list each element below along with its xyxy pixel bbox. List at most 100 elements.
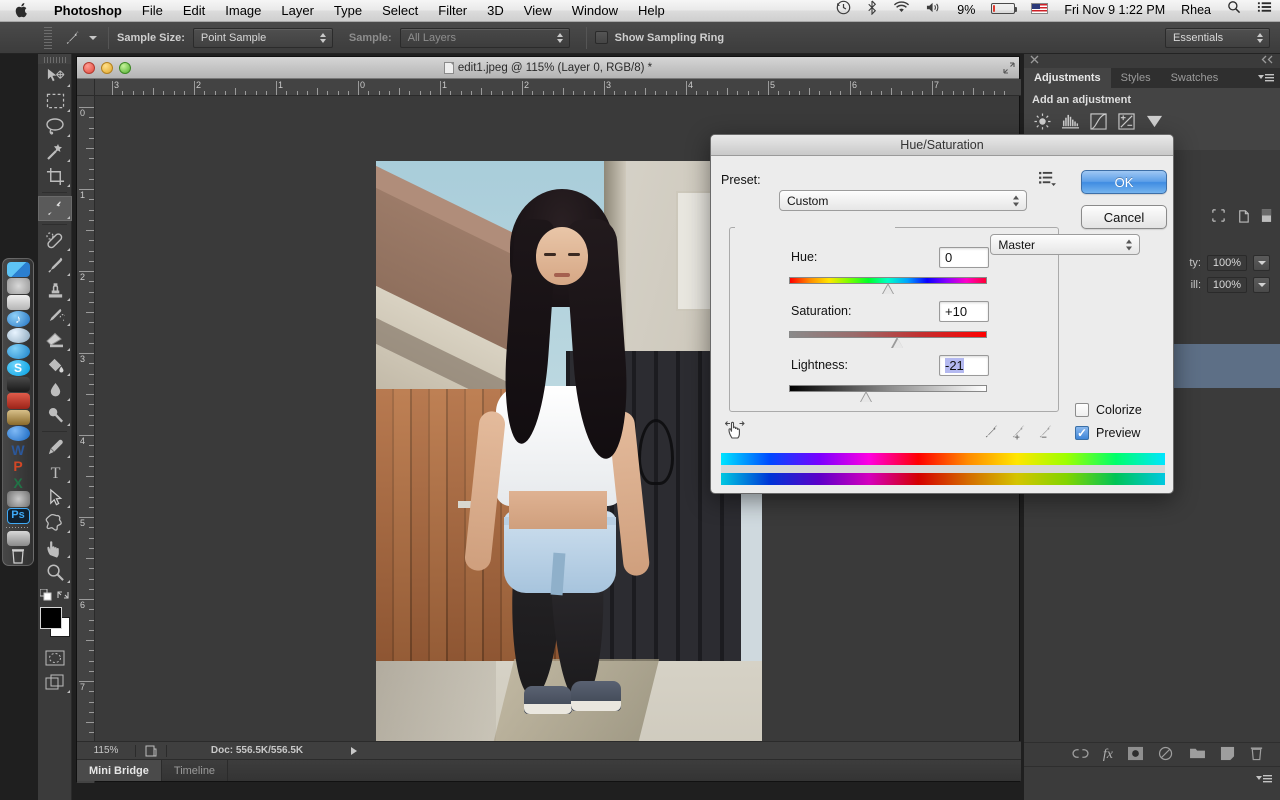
eyedropper-icon[interactable] — [60, 26, 86, 50]
preview-checkbox[interactable] — [1075, 426, 1089, 440]
quick-selection-tool[interactable] — [38, 139, 72, 164]
quick-mask-mode-button[interactable] — [38, 645, 72, 670]
fill-slider-button[interactable] — [1253, 277, 1270, 293]
dock-item-word[interactable]: W — [7, 442, 30, 457]
clone-stamp-tool[interactable] — [38, 278, 72, 303]
tab-adjustments[interactable]: Adjustments — [1024, 68, 1111, 88]
lock-all-icon[interactable] — [1261, 208, 1272, 226]
us-flag-icon[interactable] — [1023, 0, 1056, 22]
layer-style-fx-icon[interactable]: fx — [1103, 747, 1113, 763]
dock-item-photoshop[interactable]: Ps — [6, 507, 30, 524]
panel-menu-icon[interactable] — [1256, 771, 1272, 789]
eyedropper-plus-icon[interactable] — [1010, 423, 1027, 443]
close-icon[interactable] — [1030, 55, 1039, 67]
custom-shape-tool[interactable] — [38, 510, 72, 535]
menu-view[interactable]: View — [514, 0, 562, 22]
link-layers-icon[interactable] — [1072, 747, 1089, 763]
dock-item-ibooks[interactable] — [6, 393, 30, 409]
new-group-icon[interactable] — [1189, 746, 1206, 763]
dodge-tool[interactable] — [38, 403, 72, 428]
hue-slider-thumb[interactable] — [881, 283, 895, 294]
menu-3d[interactable]: 3D — [477, 0, 514, 22]
triangle-right-icon[interactable] — [351, 746, 357, 755]
dock-item-messages[interactable] — [6, 343, 30, 360]
menu-select[interactable]: Select — [372, 0, 428, 22]
vibrance-icon[interactable] — [1144, 112, 1164, 130]
dock-item-skype[interactable]: S — [6, 360, 30, 376]
menubar-user[interactable]: Rhea — [1173, 0, 1219, 22]
bluetooth-icon[interactable] — [859, 0, 885, 22]
channel-select[interactable]: Master — [990, 234, 1141, 255]
opacity-value[interactable]: 100% — [1207, 255, 1247, 271]
screen-mode-button[interactable] — [38, 670, 72, 695]
tab-swatches[interactable]: Swatches — [1161, 68, 1229, 88]
on-image-adjust-icon[interactable] — [724, 419, 747, 444]
menu-edit[interactable]: Edit — [173, 0, 215, 22]
lightness-value-field[interactable]: -21 — [939, 355, 989, 376]
history-brush-tool[interactable] — [38, 303, 72, 328]
vertical-ruler[interactable]: 012345678 — [77, 96, 95, 783]
lasso-tool[interactable] — [38, 114, 72, 139]
rectangular-marquee-tool[interactable] — [38, 89, 72, 114]
panel-menu-icon[interactable] — [1258, 68, 1280, 88]
brightness-contrast-icon[interactable] — [1032, 112, 1052, 130]
dock-item-finder[interactable] — [6, 262, 30, 278]
dock-item-mission-control[interactable] — [6, 294, 30, 311]
foreground-background-colors[interactable] — [38, 605, 72, 639]
eyedropper-icon[interactable] — [983, 423, 1000, 443]
hue-spectrum-bottom[interactable] — [721, 473, 1165, 485]
apple-menu-icon[interactable] — [14, 2, 28, 19]
levels-icon[interactable] — [1060, 112, 1080, 130]
exposure-icon[interactable] — [1116, 112, 1136, 130]
eraser-tool[interactable] — [38, 328, 72, 353]
ruler-corner[interactable] — [77, 79, 95, 96]
volume-icon[interactable] — [918, 0, 949, 22]
pen-tool[interactable] — [38, 435, 72, 460]
tab-styles[interactable]: Styles — [1111, 68, 1161, 88]
lock-transparent-pixels-icon[interactable] — [1211, 208, 1226, 226]
eyedropper-minus-icon[interactable] — [1037, 423, 1054, 443]
lock-image-pixels-icon[interactable] — [1236, 208, 1251, 226]
fill-value[interactable]: 100% — [1207, 277, 1247, 293]
tab-mini-bridge[interactable]: Mini Bridge — [77, 760, 162, 781]
dock-item-downloads[interactable] — [6, 530, 30, 546]
preset-options-icon[interactable] — [1039, 171, 1056, 189]
dock-item-app-store[interactable] — [6, 425, 30, 442]
chevron-down-icon[interactable] — [86, 35, 100, 40]
opacity-slider-button[interactable] — [1253, 255, 1270, 271]
tab-timeline[interactable]: Timeline — [162, 760, 229, 781]
dock-item-safari[interactable] — [6, 327, 30, 343]
new-fill-adjustment-icon[interactable] — [1158, 746, 1175, 764]
collapse-panels-icon[interactable] — [1261, 55, 1274, 67]
time-machine-icon[interactable] — [828, 0, 859, 22]
menu-window[interactable]: Window — [562, 0, 628, 22]
ok-button[interactable]: OK — [1081, 170, 1167, 194]
move-tool[interactable] — [38, 64, 72, 89]
battery-icon[interactable] — [983, 0, 1023, 22]
menu-filter[interactable]: Filter — [428, 0, 477, 22]
horizontal-ruler[interactable]: 3 2 1 0 1 2 3 4 5 6 7 — [95, 79, 1021, 96]
saturation-slider-track[interactable] — [789, 331, 987, 338]
wifi-icon[interactable] — [885, 0, 918, 22]
color-swatch-controls[interactable] — [40, 589, 69, 601]
curves-icon[interactable] — [1088, 112, 1108, 130]
search-icon[interactable] — [1219, 0, 1249, 22]
menu-image[interactable]: Image — [215, 0, 271, 22]
show-sampling-ring-checkbox[interactable] — [594, 31, 608, 44]
eyedropper-tool[interactable] — [38, 196, 72, 221]
gradient-tool[interactable] — [38, 353, 72, 378]
path-selection-tool[interactable] — [38, 485, 72, 510]
menu-help[interactable]: Help — [628, 0, 675, 22]
sample-size-select[interactable]: Point Sample — [192, 27, 333, 48]
brush-tool[interactable] — [38, 253, 72, 278]
menubar-clock[interactable]: Fri Nov 9 1:22 PM — [1056, 0, 1173, 22]
colorize-row[interactable]: Colorize — [1075, 403, 1142, 417]
lightness-slider-thumb[interactable] — [859, 391, 873, 402]
blur-tool[interactable] — [38, 378, 72, 403]
crop-tool[interactable] — [38, 164, 72, 189]
zoom-tool[interactable] — [38, 560, 72, 585]
spot-healing-brush-tool[interactable] — [38, 228, 72, 253]
dock-item-itunes[interactable]: ♪ — [6, 311, 30, 327]
sample-select[interactable]: All Layers — [399, 27, 570, 48]
preset-select[interactable]: Custom — [779, 190, 1027, 211]
